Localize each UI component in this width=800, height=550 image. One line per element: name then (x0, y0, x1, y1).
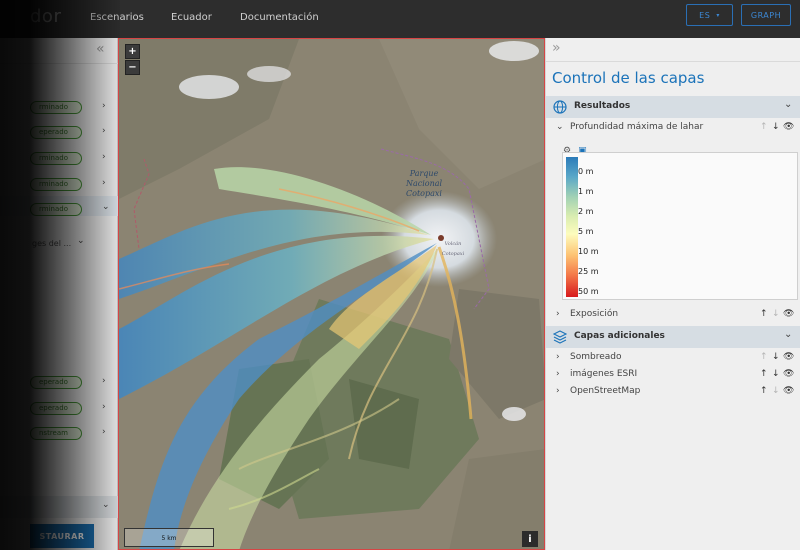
layer-control-panel: » Control de las capas Resultados ⌄ ⌄ Pr… (545, 38, 800, 550)
chevron-right-icon[interactable]: › (102, 152, 106, 162)
move-up-icon[interactable]: ↑ (760, 369, 768, 379)
status-badge: nstream (30, 427, 82, 440)
eye-icon[interactable]: 👁 (783, 386, 794, 396)
move-up-icon[interactable]: ↑ (760, 386, 768, 396)
legend-tick: 2 m (578, 207, 594, 216)
eye-icon[interactable]: 👁 (783, 122, 794, 132)
chevron-right-icon[interactable]: › (556, 386, 560, 396)
move-up-icon[interactable]: ↑ (760, 352, 768, 362)
layer-row-openstreetmap[interactable]: › OpenStreetMap ↑ ↓ 👁 (546, 384, 800, 400)
legend-tick: 25 m (578, 267, 599, 276)
language-label: ES (699, 10, 711, 20)
status-badge: rminado (30, 178, 82, 191)
section-results-label: Resultados (574, 101, 631, 111)
move-down-icon[interactable]: ↓ (772, 369, 780, 379)
layer-panel-title: Control de las capas (552, 69, 705, 87)
status-badge: eperado (30, 402, 82, 415)
caret-down-icon: ▾ (716, 11, 720, 19)
status-badge: rminado (30, 152, 82, 165)
app-window: dor Escenarios Ecuador Documentación ES … (0, 0, 800, 550)
graph-button[interactable]: GRAPH (741, 4, 791, 26)
layer-row-esri-imagery[interactable]: › imágenes ESRI ↑ ↓ 👁 (546, 367, 800, 383)
nav-escenarios[interactable]: Escenarios (90, 12, 144, 23)
legend-tick: 50 m (578, 287, 599, 296)
eye-icon[interactable]: 👁 (783, 369, 794, 379)
expand-panel-icon[interactable]: » (552, 40, 561, 56)
legend-tick: 5 m (578, 227, 594, 236)
chevron-right-icon[interactable]: › (102, 178, 106, 188)
chevron-down-icon[interactable]: ⌄ (784, 99, 792, 110)
chevron-down-icon[interactable]: ⌄ (77, 236, 85, 246)
scenario-sublabel[interactable]: ges del ... (32, 239, 71, 248)
layer-name: imágenes ESRI (570, 369, 638, 379)
chevron-right-icon[interactable]: › (102, 402, 106, 412)
chevron-down-icon[interactable]: ⌄ (784, 329, 792, 340)
nav-documentacion[interactable]: Documentación (240, 12, 319, 23)
eye-icon[interactable]: 👁 (783, 309, 794, 319)
scenario-panel: « rminado › eperado › rminado › rminado … (0, 38, 118, 550)
nav-ecuador[interactable]: Ecuador (171, 12, 212, 23)
zoom-out-button[interactable]: − (125, 60, 140, 75)
layer-row-exposure[interactable]: › Exposición ↑ ↓ 👁 (546, 307, 800, 323)
layers-icon (553, 330, 567, 344)
globe-icon (553, 100, 567, 114)
layer-name: Sombreado (570, 352, 622, 362)
legend-tick: 10 m (578, 247, 599, 256)
move-down-icon[interactable]: ↓ (772, 309, 780, 319)
chevron-right-icon[interactable]: › (556, 369, 560, 379)
chevron-right-icon[interactable]: › (102, 101, 106, 111)
chevron-down-icon[interactable]: ⌄ (102, 202, 110, 212)
scale-label: 5 km (161, 535, 177, 542)
chevron-right-icon[interactable]: › (556, 309, 560, 319)
app-brand[interactable]: dor (30, 6, 61, 27)
move-down-icon[interactable]: ↓ (772, 122, 780, 132)
status-badge: eperado (30, 126, 82, 139)
layer-row-lahar-depth[interactable]: ⌄ Profundidad máxima de lahar ↑ ↓ 👁 (546, 120, 800, 136)
restore-button[interactable]: STAURAR (30, 524, 94, 548)
section-additional-label: Capas adicionales (574, 331, 665, 341)
panel-footer-row: ⌄ (0, 496, 118, 518)
top-navbar: dor Escenarios Ecuador Documentación ES … (0, 0, 800, 38)
lahar-depth-legend: 0 m 1 m 2 m 5 m 10 m 25 m 50 m (562, 152, 798, 300)
zoom-in-button[interactable]: + (125, 44, 140, 59)
move-down-icon[interactable]: ↓ (772, 386, 780, 396)
legend-color-ramp (566, 157, 578, 297)
map-canvas[interactable]: + − Parque Nacional Cotopaxi Volcán Coto… (118, 38, 545, 550)
status-badge: rminado (30, 101, 82, 114)
legend-toolbar: ⚙ ▣ (563, 138, 587, 156)
status-badge: rminado (30, 203, 82, 216)
layer-name: OpenStreetMap (570, 386, 641, 396)
layer-name: Profundidad máxima de lahar (570, 122, 704, 132)
chevron-right-icon[interactable]: › (102, 376, 106, 386)
chevron-right-icon[interactable]: › (102, 427, 106, 437)
move-up-icon[interactable]: ↑ (760, 309, 768, 319)
section-results[interactable]: Resultados ⌄ (546, 96, 800, 118)
terrain-map (119, 39, 544, 549)
layer-row-hillshade[interactable]: › Sombreado ↑ ↓ 👁 (546, 350, 800, 366)
language-select[interactable]: ES ▾ (686, 4, 733, 26)
map-scale-bar: 5 km (124, 528, 214, 547)
info-button[interactable]: i (522, 531, 538, 547)
chevron-down-icon[interactable]: ⌄ (102, 500, 110, 510)
move-down-icon[interactable]: ↓ (772, 352, 780, 362)
legend-tick: 1 m (578, 187, 594, 196)
layer-panel-header: » (546, 38, 800, 62)
map-place-label: Parque Nacional Cotopaxi (405, 169, 443, 198)
map-peak-label: Volcán Cotopaxi (441, 241, 465, 257)
section-additional-layers[interactable]: Capas adicionales ⌄ (546, 326, 800, 348)
scenario-panel-header: « (0, 38, 118, 64)
legend-tick: 0 m (578, 167, 594, 176)
collapse-panel-icon[interactable]: « (96, 41, 105, 57)
chevron-right-icon[interactable]: › (102, 126, 106, 136)
chevron-down-icon[interactable]: ⌄ (556, 122, 564, 132)
eye-icon[interactable]: 👁 (783, 352, 794, 362)
chevron-right-icon[interactable]: › (556, 352, 560, 362)
layer-name: Exposición (570, 309, 619, 319)
move-up-icon[interactable]: ↑ (760, 122, 768, 132)
status-badge: eperado (30, 376, 82, 389)
